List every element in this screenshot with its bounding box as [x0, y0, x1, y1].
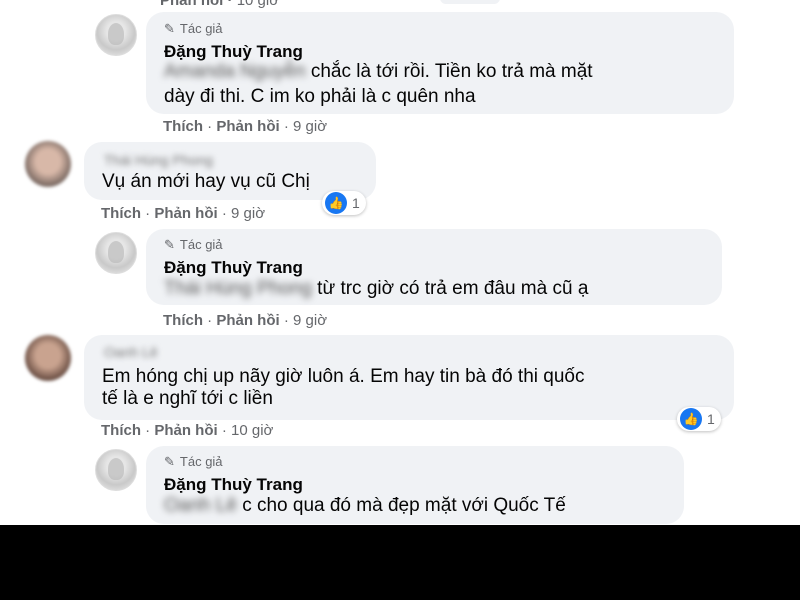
comment-actions: Thích · Phản hồi · 9 giờ: [163, 312, 328, 329]
mention-link[interactable]: Amanda Nguyễn: [164, 61, 306, 82]
previous-reaction-badge[interactable]: [440, 0, 500, 4]
comment-time[interactable]: 10 giờ: [231, 422, 273, 439]
reply-link[interactable]: Phản hồi: [154, 205, 217, 222]
pen-icon: ✎: [164, 454, 175, 469]
author-badge: ✎ Tác giả: [164, 237, 223, 252]
like-link[interactable]: Thích: [163, 118, 203, 135]
mention-link[interactable]: Oanh Lê: [164, 495, 237, 516]
reply-link[interactable]: Phản hồi: [154, 422, 217, 439]
like-link[interactable]: Thích: [163, 312, 203, 329]
user-avatar[interactable]: [25, 141, 71, 187]
comment-text-line: tế là e nghĩ tới c liền: [102, 388, 273, 409]
like-icon: 👍: [325, 192, 347, 214]
comment-text: Oanh Lê c cho qua đó mà đẹp mặt với Quốc…: [164, 495, 566, 516]
reply-link[interactable]: Phản hồi: [160, 0, 223, 9]
like-link[interactable]: Thích: [101, 422, 141, 439]
reply-link[interactable]: Phản hồi: [216, 312, 279, 329]
comment-time[interactable]: 9 giờ: [293, 312, 327, 329]
reaction-badge[interactable]: 👍 1: [677, 407, 721, 431]
comment-thread: Phản hồi · 10 giờ ✎ Tác giả Đặng Thuỳ Tra…: [0, 0, 800, 525]
author-avatar[interactable]: [95, 449, 137, 491]
comment-time[interactable]: 9 giờ: [231, 205, 265, 222]
comment-author-name[interactable]: Thái Hùng Phong: [104, 152, 213, 168]
comment-actions: Thích · Phản hồi · 9 giờ: [163, 118, 328, 135]
author-badge: ✎ Tác giả: [164, 21, 223, 36]
pen-icon: ✎: [164, 21, 175, 36]
author-badge: ✎ Tác giả: [164, 454, 223, 469]
comment-text-line: dày đi thi. C im ko phải là c quên nha: [164, 86, 476, 107]
reaction-count: 1: [352, 195, 360, 211]
comment-time[interactable]: 10 giờ: [237, 0, 279, 9]
author-avatar[interactable]: [95, 14, 137, 56]
letterbox-bar: [0, 525, 800, 600]
comment-author-name[interactable]: Oanh Lê: [104, 344, 158, 360]
comment-text: Vụ án mới hay vụ cũ Chị: [102, 171, 310, 192]
like-icon: 👍: [680, 408, 702, 430]
comment-text: Thái Hùng Phong từ trc giờ có trả em đâu…: [164, 278, 589, 299]
previous-comment-actions: Phản hồi · 10 giờ: [160, 0, 279, 9]
reply-link[interactable]: Phản hồi: [216, 118, 279, 135]
author-avatar[interactable]: [95, 232, 137, 274]
mention-link[interactable]: Thái Hùng Phong: [164, 278, 312, 299]
comment-actions: Thích · Phản hồi · 10 giờ: [101, 422, 274, 439]
pen-icon: ✎: [164, 237, 175, 252]
user-avatar[interactable]: [25, 335, 71, 381]
comment-actions: Thích · Phản hồi · 9 giờ: [101, 205, 266, 222]
reaction-count: 1: [707, 411, 715, 427]
like-link[interactable]: Thích: [101, 205, 141, 222]
comment-time[interactable]: 9 giờ: [293, 118, 327, 135]
reaction-badge[interactable]: 👍 1: [322, 191, 366, 215]
